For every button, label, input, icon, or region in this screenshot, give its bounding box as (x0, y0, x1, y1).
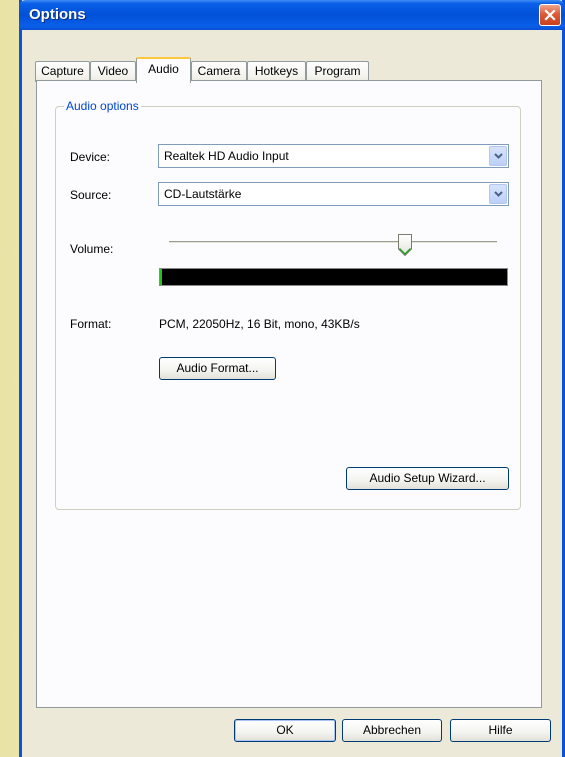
ok-button[interactable]: OK (234, 719, 336, 742)
tab-hotkeys[interactable]: Hotkeys (247, 61, 306, 82)
slider-thumb-icon[interactable] (397, 233, 413, 257)
device-label: Device: (70, 150, 111, 164)
audio-options-group: Audio options Device: Realtek HD Audio I… (55, 99, 521, 510)
help-button[interactable]: Hilfe (450, 719, 551, 742)
cancel-button[interactable]: Abbrechen (342, 719, 442, 742)
tab-camera[interactable]: Camera (191, 61, 247, 82)
audio-format-button[interactable]: Audio Format... (159, 357, 276, 380)
volume-label: Volume: (70, 242, 114, 256)
device-select[interactable]: Realtek HD Audio Input (158, 144, 509, 168)
audio-setup-wizard-button[interactable]: Audio Setup Wizard... (346, 467, 509, 490)
audio-options-legend: Audio options (64, 99, 141, 113)
device-select-value: Realtek HD Audio Input (164, 149, 289, 163)
input-level-meter (159, 268, 508, 286)
tab-audio[interactable]: Audio (136, 57, 191, 83)
options-dialog: Options Capture Video Audio Camera Hotke… (19, 0, 565, 757)
input-level-fill (160, 269, 162, 285)
source-select[interactable]: CD-Lautstärke (158, 182, 509, 206)
audio-tab-panel: Audio options Device: Realtek HD Audio I… (36, 80, 542, 708)
format-label: Format: (70, 317, 112, 331)
tab-video[interactable]: Video (90, 61, 136, 82)
title-bar[interactable]: Options (19, 0, 565, 30)
tab-program[interactable]: Program (306, 61, 369, 82)
chevron-down-icon (493, 191, 503, 197)
chevron-down-icon (493, 153, 503, 159)
close-button[interactable] (539, 4, 561, 26)
source-select-dropdown-button[interactable] (489, 184, 507, 204)
source-label: Source: (70, 188, 112, 202)
device-select-dropdown-button[interactable] (489, 146, 507, 166)
tab-capture[interactable]: Capture (35, 61, 90, 82)
close-icon (544, 9, 556, 21)
volume-slider-track[interactable] (169, 241, 497, 244)
source-select-value: CD-Lautstärke (164, 187, 242, 201)
window-title: Options (29, 6, 86, 23)
format-value: PCM, 22050Hz, 16 Bit, mono, 43KB/s (159, 317, 360, 331)
